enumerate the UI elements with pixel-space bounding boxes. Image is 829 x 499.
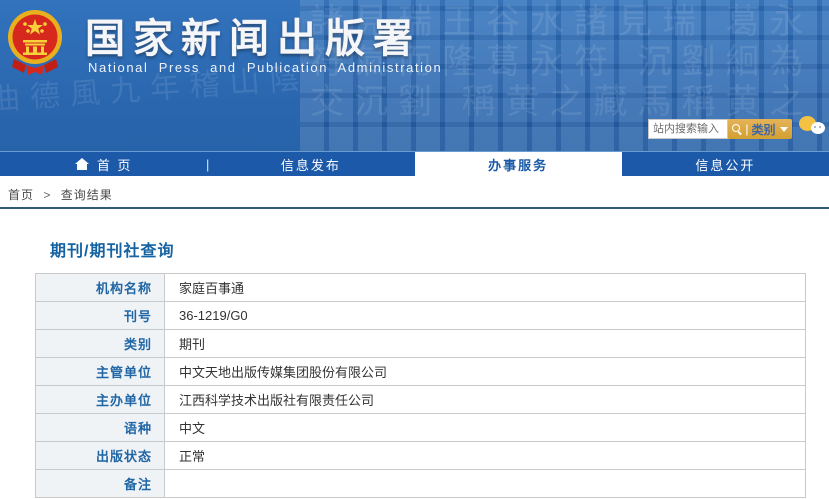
breadcrumb-current: 查询结果 bbox=[60, 188, 113, 202]
table-row: 语种 中文 bbox=[35, 413, 806, 442]
row-label-remarks: 备注 bbox=[35, 469, 165, 498]
nav-divider: | bbox=[206, 157, 210, 172]
category-dropdown[interactable]: 类别 bbox=[752, 121, 776, 138]
site-search-input[interactable] bbox=[648, 119, 728, 139]
chevron-down-icon bbox=[779, 126, 788, 132]
site-subtitle: National Press and Publication Administr… bbox=[88, 60, 443, 75]
table-row: 主办单位 江西科学技术出版社有限责任公司 bbox=[35, 385, 806, 414]
site-title: 国家新闻出版署 bbox=[85, 17, 421, 61]
breadcrumb-separator: > bbox=[43, 188, 52, 202]
row-value-org-name: 家庭百事通 bbox=[164, 273, 806, 302]
national-emblem-logo bbox=[6, 7, 64, 77]
nav-item-label: 办事服务 bbox=[488, 157, 549, 173]
table-row: 类别 期刊 bbox=[35, 329, 806, 358]
row-label-publication-status: 出版状态 bbox=[35, 441, 165, 470]
table-row: 备注 bbox=[35, 469, 806, 498]
search-button-divider: | bbox=[745, 122, 749, 136]
search-icon bbox=[732, 124, 742, 134]
nav-item-home[interactable]: 首 页 bbox=[0, 152, 207, 176]
search-button[interactable]: | 类别 bbox=[728, 119, 792, 139]
site-header: 曲德風九年稽山陰 諸見瑞王谷水諸見瑞 葛永符氣而隆葛永符 沉劉絗為交沉劉 稱黄之… bbox=[0, 0, 829, 151]
table-row: 出版状态 正常 bbox=[35, 441, 806, 470]
table-row: 刊号 36-1219/G0 bbox=[35, 301, 806, 330]
row-label-org-name: 机构名称 bbox=[35, 273, 165, 302]
journal-info-table: 机构名称 家庭百事通 刊号 36-1219/G0 类别 期刊 主管单位 中文天地… bbox=[35, 273, 806, 498]
home-icon bbox=[74, 158, 89, 170]
nav-item-information-disclosure[interactable]: 信息公开 bbox=[622, 152, 829, 176]
breadcrumb-home-link[interactable]: 首页 bbox=[8, 188, 34, 202]
row-value-remarks bbox=[164, 469, 806, 498]
page: 曲德風九年稽山陰 諸見瑞王谷水諸見瑞 葛永符氣而隆葛永符 沉劉絗為交沉劉 稱黄之… bbox=[0, 0, 829, 499]
row-value-category: 期刊 bbox=[164, 329, 806, 358]
nav-item-information-release[interactable]: 信息发布 bbox=[207, 152, 414, 176]
row-label-language: 语种 bbox=[35, 413, 165, 442]
row-label-sponsor-unit: 主办单位 bbox=[35, 385, 165, 414]
table-row: 主管单位 中文天地出版传媒集团股份有限公司 bbox=[35, 357, 806, 386]
row-value-issue-number: 36-1219/G0 bbox=[164, 301, 806, 330]
nav-item-label: 信息发布 bbox=[280, 157, 341, 173]
page-title: 期刊/期刊社查询 bbox=[50, 243, 175, 260]
wechat-icon[interactable] bbox=[799, 116, 827, 140]
wechat-bubble-front-icon bbox=[811, 122, 825, 134]
row-value-publication-status: 正常 bbox=[164, 441, 806, 470]
row-value-language: 中文 bbox=[164, 413, 806, 442]
row-label-category: 类别 bbox=[35, 329, 165, 358]
nav-item-label: 首 页 bbox=[96, 157, 133, 173]
row-label-supervisor-unit: 主管单位 bbox=[35, 357, 165, 386]
table-row: 机构名称 家庭百事通 bbox=[35, 273, 806, 302]
row-label-issue-number: 刊号 bbox=[35, 301, 165, 330]
breadcrumb: 首页 > 查询结果 bbox=[8, 186, 113, 203]
main-nav: 首 页 信息发布 办事服务 信息公开 | bbox=[0, 151, 829, 176]
nav-item-services-active[interactable]: 办事服务 bbox=[414, 152, 622, 176]
section-divider-line bbox=[0, 207, 829, 209]
nav-item-label: 信息公开 bbox=[695, 157, 756, 173]
row-value-supervisor-unit: 中文天地出版传媒集团股份有限公司 bbox=[164, 357, 806, 386]
row-value-sponsor-unit: 江西科学技术出版社有限责任公司 bbox=[164, 385, 806, 414]
